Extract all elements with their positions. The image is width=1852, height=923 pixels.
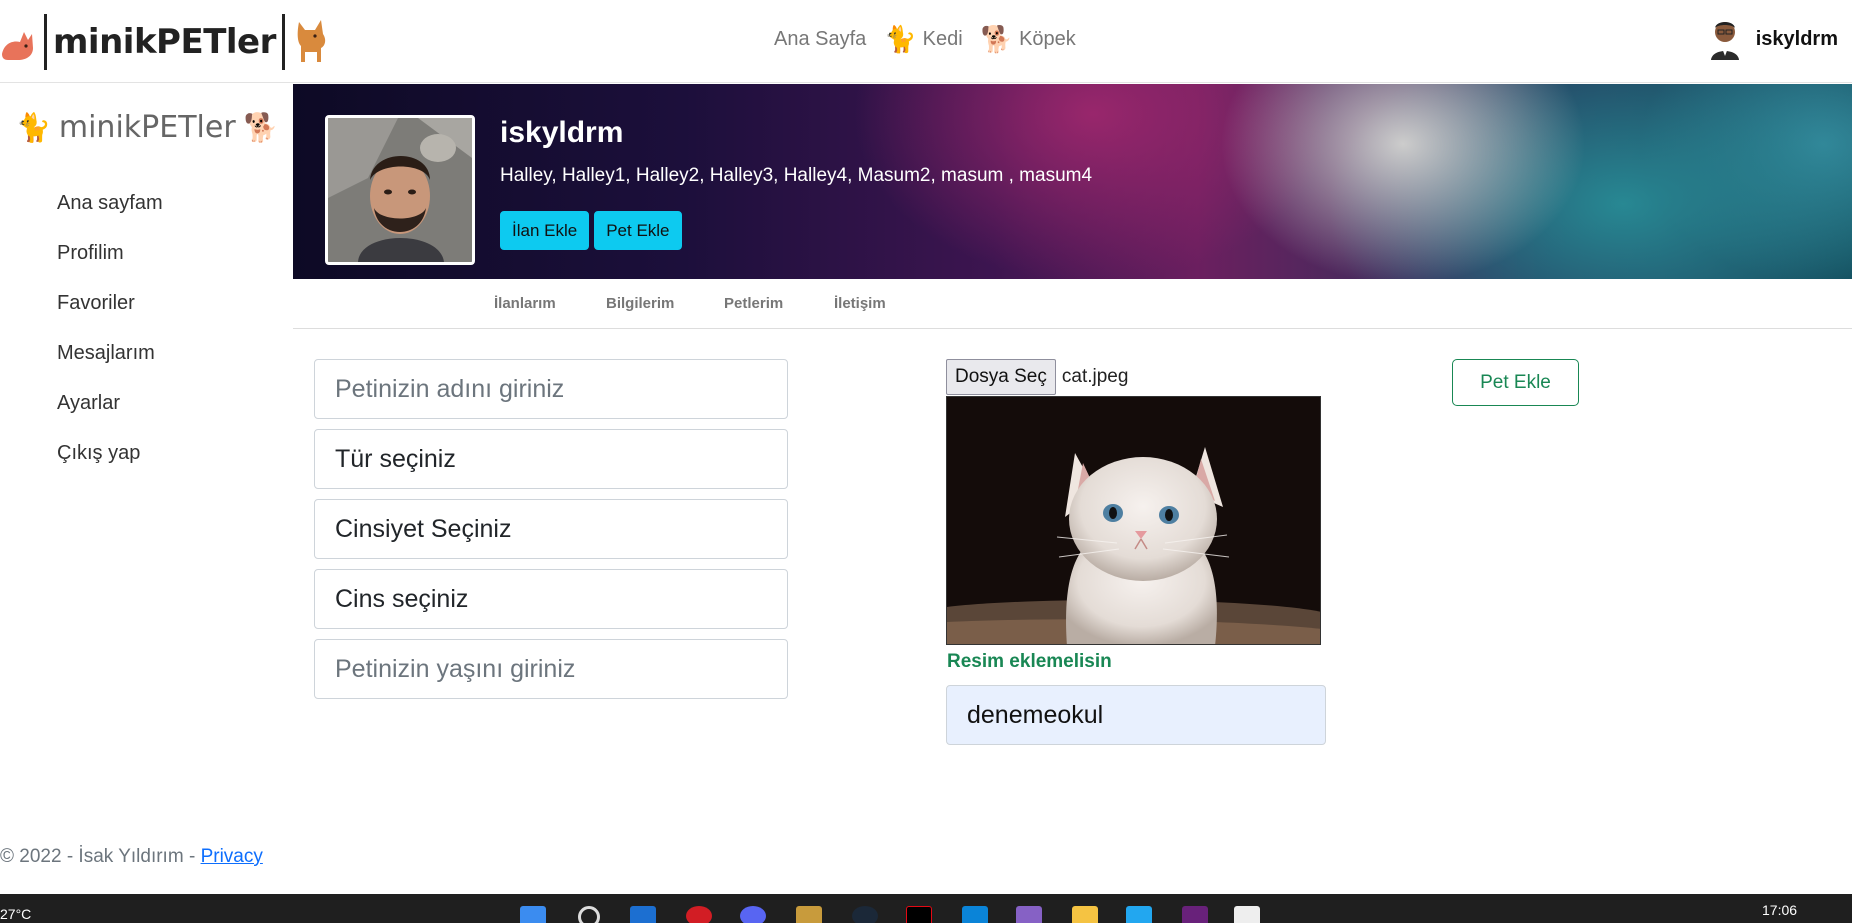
dog-logo-icon — [293, 16, 331, 69]
notepad-icon[interactable] — [1234, 906, 1260, 923]
pet-image-preview — [946, 396, 1321, 645]
footer: © 2022 - İsak Yıldırım - Privacy — [0, 846, 263, 868]
sidebar-brand[interactable]: 🐈 minikPETler 🐕 — [16, 110, 279, 145]
sidebar-item-home[interactable]: Ana sayfam — [57, 188, 163, 238]
add-pet-submit-button[interactable]: Pet Ekle — [1452, 359, 1579, 406]
profile-username: iskyldrm — [500, 116, 624, 149]
store-icon[interactable] — [962, 906, 988, 923]
file-input: Dosya Seç cat.jpeg — [946, 359, 1128, 395]
user-menu[interactable]: iskyldrm — [1708, 18, 1838, 60]
nav-link-dog[interactable]: 🐕 Köpek — [981, 26, 1076, 52]
tab-contact[interactable]: İletişim — [834, 295, 886, 312]
file-name: cat.jpeg — [1061, 366, 1129, 387]
dog-icon: 🐕 — [243, 111, 279, 144]
file-explorer-icon[interactable] — [1072, 906, 1098, 923]
terminal-icon[interactable] — [1182, 906, 1208, 923]
brand-logo[interactable]: minikPETler — [0, 12, 331, 72]
top-navbar: minikPETler Ana Sayfa 🐈 Kedi 🐕 Köpek isk… — [0, 0, 1852, 83]
footer-copyright: © 2022 - İsak Yıldırım - — [0, 846, 201, 867]
image-validation-message: Resim eklemelisin — [947, 651, 1112, 672]
vscode-icon[interactable] — [1126, 906, 1152, 923]
profile-tabs: İlanlarım Bilgilerim Petlerim İletişim — [293, 279, 1852, 329]
nav-link-cat[interactable]: 🐈 Kedi — [884, 26, 962, 52]
weather-temperature[interactable]: 27°C — [0, 906, 31, 922]
profile-photo — [325, 115, 475, 265]
main-nav: Ana Sayfa 🐈 Kedi 🐕 Köpek — [774, 26, 1076, 52]
start-icon[interactable] — [520, 906, 546, 923]
cat-icon: 🐈 — [16, 111, 51, 144]
nav-link-cat-label: Kedi — [922, 27, 963, 50]
opera-icon[interactable] — [686, 906, 712, 923]
cat-logo-icon — [0, 14, 40, 70]
gender-select[interactable]: Cinsiyet Seçiniz — [314, 499, 788, 559]
sidebar-item-messages[interactable]: Mesajlarım — [57, 338, 163, 388]
profile-pet-list: Halley, Halley1, Halley2, Halley3, Halle… — [500, 165, 1093, 186]
profile-header: iskyldrm Halley, Halley1, Halley2, Halle… — [293, 84, 1852, 279]
pet-age-input[interactable]: Petinizin yaşını giriniz — [314, 639, 788, 699]
file-select-button[interactable]: Dosya Seç — [946, 359, 1056, 395]
type-select[interactable]: Tür seçiniz — [314, 429, 788, 489]
sidebar-brand-text: minikPETler — [58, 110, 236, 145]
outlook-icon[interactable] — [630, 906, 656, 923]
autofilled-name-input[interactable]: denemeokul — [946, 685, 1326, 745]
sidebar-item-favorites[interactable]: Favoriler — [57, 288, 163, 338]
user-avatar-icon — [1708, 18, 1742, 60]
privacy-link[interactable]: Privacy — [201, 846, 263, 867]
cat-icon: 🐈 — [884, 24, 917, 54]
user-name: iskyldrm — [1755, 27, 1838, 50]
sidebar-item-logout[interactable]: Çıkış yap — [57, 438, 163, 488]
discord-icon[interactable] — [740, 906, 766, 923]
nav-link-home-label: Ana Sayfa — [774, 27, 867, 50]
game-icon[interactable] — [796, 906, 822, 923]
nav-link-dog-label: Köpek — [1019, 27, 1076, 50]
search-icon[interactable] — [578, 906, 600, 923]
brand-text: minikPETler — [53, 22, 276, 62]
tab-info[interactable]: Bilgilerim — [606, 295, 674, 312]
sidebar: 🐈 minikPETler 🐕 Ana sayfam Profilim Favo… — [0, 84, 293, 784]
sidebar-item-settings[interactable]: Ayarlar — [57, 388, 163, 438]
visual-studio-icon[interactable] — [1016, 906, 1042, 923]
sidebar-item-profile[interactable]: Profilim — [57, 238, 163, 288]
steam-icon[interactable] — [852, 906, 878, 923]
breed-select[interactable]: Cins seçiniz — [314, 569, 788, 629]
dog-icon: 🐕 — [980, 24, 1014, 54]
tab-listings[interactable]: İlanlarım — [494, 295, 556, 312]
nav-link-home[interactable]: Ana Sayfa — [774, 28, 866, 51]
tab-pets[interactable]: Petlerim — [724, 295, 783, 312]
add-listing-button[interactable]: İlan Ekle — [500, 211, 590, 250]
add-pet-header-button[interactable]: Pet Ekle — [594, 211, 682, 250]
taskbar-clock[interactable]: 17:06 — [1762, 902, 1797, 918]
netflix-icon[interactable] — [906, 906, 932, 923]
os-taskbar: 27°C 17:06 — [0, 894, 1852, 923]
sidebar-menu: Ana sayfam Profilim Favoriler Mesajlarım… — [57, 188, 163, 488]
pet-name-input[interactable]: Petinizin adını giriniz — [314, 359, 788, 419]
